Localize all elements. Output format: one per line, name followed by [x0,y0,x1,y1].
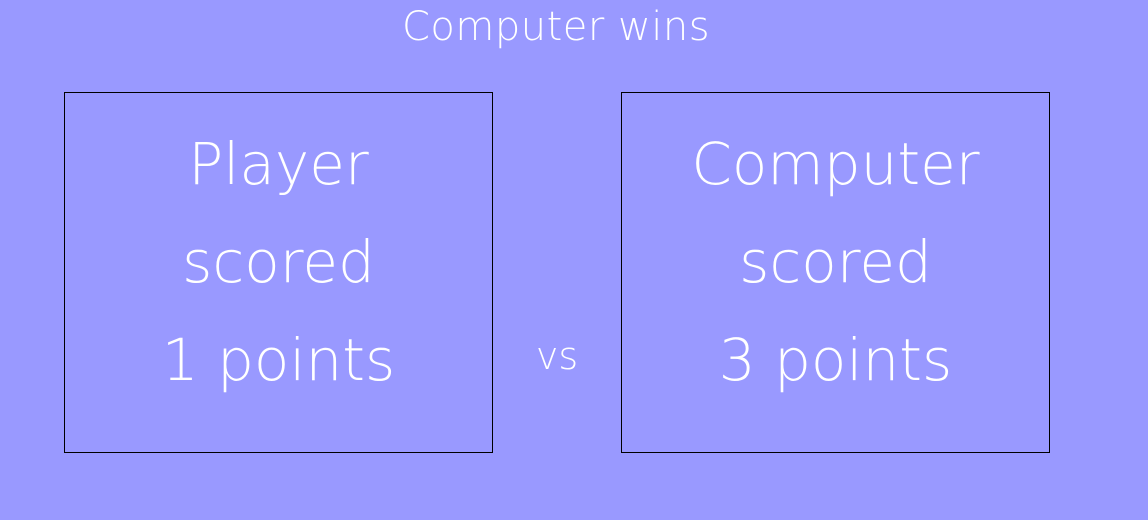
computer-scored-label: scored [739,228,932,296]
player-name-label: Player [188,130,369,198]
player-score-box: Player scored 1 points [64,92,493,453]
player-points-label: 1 points [161,326,396,394]
computer-points-label: 3 points [718,326,953,394]
result-title: Computer wins [401,4,711,50]
player-score-text: Player scored 1 points [65,115,492,409]
computer-score-text: Computer scored 3 points [622,115,1049,409]
vs-label: vs [535,334,579,378]
player-scored-label: scored [182,228,375,296]
computer-name-label: Computer [691,130,980,198]
computer-score-box: Computer scored 3 points [621,92,1050,453]
